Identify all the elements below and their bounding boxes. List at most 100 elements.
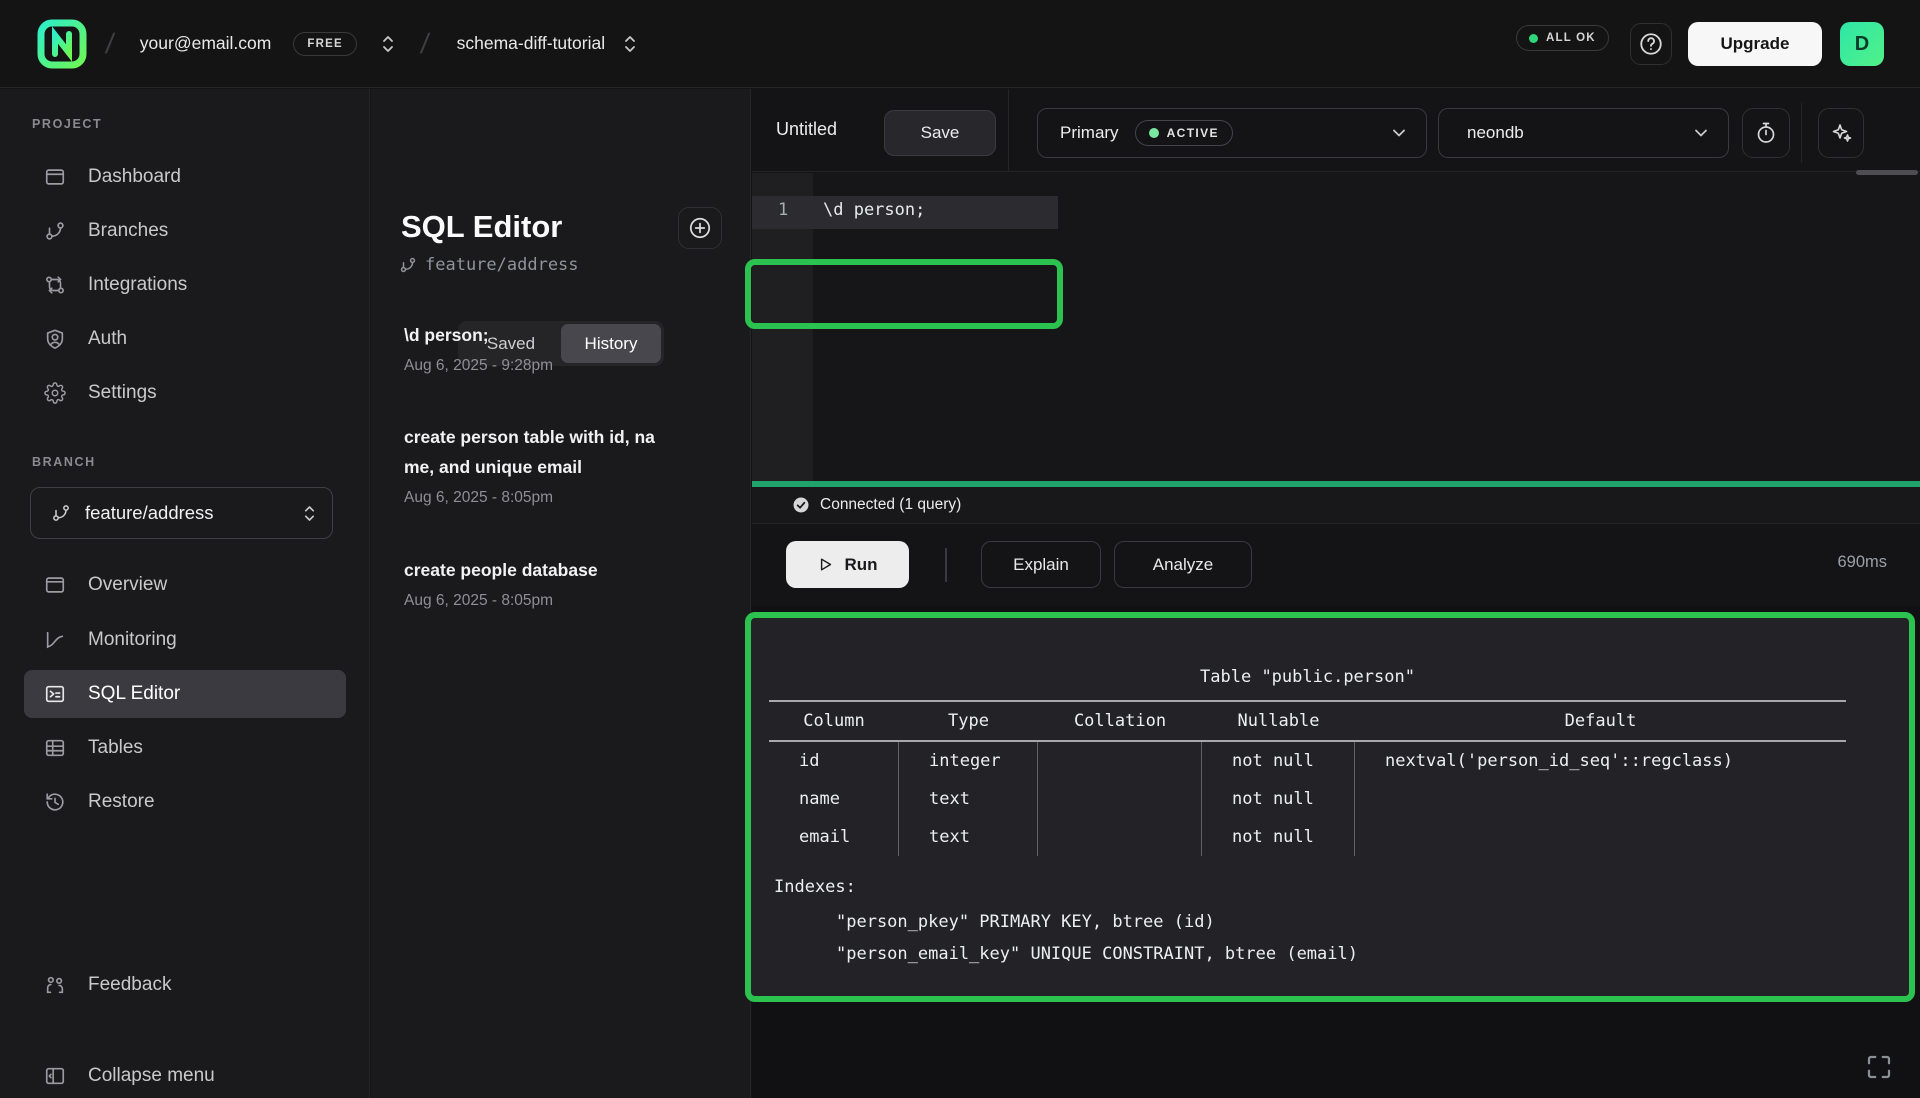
sidebar-item-label: Tables bbox=[88, 737, 143, 759]
overview-icon bbox=[44, 574, 66, 596]
sidebar-item-label: Dashboard bbox=[88, 166, 181, 188]
panel-branch-label: feature/address bbox=[425, 255, 579, 275]
code-line[interactable]: \d person; bbox=[823, 200, 925, 220]
editor-toolbar: Untitled Save Primary ACTIVE neondb bbox=[752, 89, 1920, 172]
sidebar-item-label: Collapse menu bbox=[88, 1065, 215, 1087]
restore-icon bbox=[44, 791, 66, 813]
sidebar-item-overview[interactable]: Overview bbox=[24, 561, 346, 609]
sidebar-item-label: Auth bbox=[88, 328, 127, 350]
chevron-down-icon bbox=[1390, 124, 1408, 142]
dashboard-icon bbox=[44, 166, 66, 188]
sidebar-item-feedback[interactable]: Feedback bbox=[24, 961, 346, 1009]
sparkles-icon bbox=[1829, 121, 1853, 145]
branch-selector-value: feature/address bbox=[85, 502, 214, 524]
sidebar-item-label: SQL Editor bbox=[88, 683, 180, 705]
feedback-icon bbox=[44, 974, 66, 996]
database-name: neondb bbox=[1467, 123, 1524, 143]
main-area: Untitled Save Primary ACTIVE neondb bbox=[752, 89, 1920, 1098]
question-mark-icon bbox=[1638, 31, 1664, 57]
annotation-box-result: Table "public.person" Column Type Collat… bbox=[745, 612, 1915, 1002]
sidebar-item-settings[interactable]: Settings bbox=[24, 369, 346, 417]
result-index-line: "person_email_key" UNIQUE CONSTRAINT, bt… bbox=[769, 938, 1846, 970]
code-editor[interactable]: 1 \d person; bbox=[752, 173, 1920, 481]
result-index-line: "person_pkey" PRIMARY KEY, btree (id) bbox=[769, 906, 1846, 938]
fullscreen-button[interactable] bbox=[1864, 1052, 1898, 1086]
compute-selector[interactable]: Primary ACTIVE bbox=[1037, 108, 1427, 158]
branch-section-label: BRANCH bbox=[32, 455, 96, 469]
line-number: 1 bbox=[778, 200, 788, 220]
result-table-title: Table "public.person" bbox=[769, 660, 1846, 694]
sidebar-item-sql-editor[interactable]: SQL Editor bbox=[24, 670, 346, 718]
collapse-menu-button[interactable]: Collapse menu bbox=[24, 1052, 346, 1098]
history-item[interactable]: create people database Aug 6, 2025 - 8:0… bbox=[404, 555, 666, 614]
integrations-icon bbox=[44, 274, 66, 296]
auth-icon bbox=[44, 328, 66, 350]
save-button[interactable]: Save bbox=[884, 110, 996, 156]
project-switcher-chevron-icon[interactable] bbox=[623, 34, 637, 54]
query-tab-title[interactable]: Untitled bbox=[776, 119, 837, 140]
history-query: create person table with id, name, and u… bbox=[404, 422, 666, 482]
sidebar-item-label: Overview bbox=[88, 574, 167, 596]
database-selector[interactable]: neondb bbox=[1438, 108, 1729, 158]
result-indexes-label: Indexes: bbox=[769, 868, 1846, 906]
sidebar-item-auth[interactable]: Auth bbox=[24, 315, 346, 363]
new-query-button[interactable] bbox=[678, 207, 722, 249]
project-name[interactable]: schema-diff-tutorial bbox=[457, 33, 606, 54]
sidebar-item-label: Integrations bbox=[88, 274, 187, 296]
sidebar: PROJECT Dashboard Branches Integrations … bbox=[0, 89, 370, 1098]
branch-icon bbox=[51, 503, 71, 523]
sidebar-item-label: Settings bbox=[88, 382, 157, 404]
branch-selector[interactable]: feature/address bbox=[30, 487, 333, 539]
sidebar-item-restore[interactable]: Restore bbox=[24, 778, 346, 826]
run-button[interactable]: Run bbox=[786, 541, 909, 588]
sidebar-item-label: Branches bbox=[88, 220, 168, 242]
result-row: name text not null bbox=[769, 780, 1846, 818]
result-header-row: Column Type Collation Nullable Default bbox=[769, 702, 1846, 740]
sidebar-item-label: Feedback bbox=[88, 974, 171, 996]
stopwatch-icon bbox=[1754, 121, 1778, 145]
status-badge[interactable]: ALL OK bbox=[1516, 25, 1609, 51]
top-bar: / your@email.com FREE / schema-diff-tuto… bbox=[0, 0, 1920, 88]
chevron-down-icon bbox=[1692, 124, 1710, 142]
account-email[interactable]: your@email.com bbox=[140, 33, 272, 54]
explain-button[interactable]: Explain bbox=[981, 541, 1101, 588]
query-duration: 690ms bbox=[1837, 553, 1887, 572]
sidebar-item-monitoring[interactable]: Monitoring bbox=[24, 616, 346, 664]
status-dot bbox=[1529, 34, 1538, 43]
history-item[interactable]: create person table with id, name, and u… bbox=[404, 422, 666, 511]
sidebar-item-tables[interactable]: Tables bbox=[24, 724, 346, 772]
history-query: create people database bbox=[404, 555, 666, 585]
sidebar-item-label: Monitoring bbox=[88, 629, 177, 651]
sidebar-item-branches[interactable]: Branches bbox=[24, 207, 346, 255]
sidebar-item-integrations[interactable]: Integrations bbox=[24, 261, 346, 309]
branches-icon bbox=[44, 220, 66, 242]
sidebar-item-dashboard[interactable]: Dashboard bbox=[24, 153, 346, 201]
results-area: Table "public.person" Column Type Collat… bbox=[752, 606, 1920, 1098]
plan-badge: FREE bbox=[293, 32, 356, 56]
breadcrumb-divider: / bbox=[104, 28, 116, 60]
app-window: / your@email.com FREE / schema-diff-tuto… bbox=[0, 0, 1920, 1098]
project-section-label: PROJECT bbox=[32, 117, 102, 131]
help-button[interactable] bbox=[1630, 23, 1672, 65]
check-circle-icon bbox=[792, 496, 810, 514]
run-toolbar: Run Explain Analyze 690ms bbox=[752, 524, 1920, 606]
neon-logo-icon[interactable] bbox=[36, 18, 88, 70]
analyze-button[interactable]: Analyze bbox=[1114, 541, 1252, 588]
upgrade-button[interactable]: Upgrade bbox=[1688, 22, 1822, 66]
account-switcher-chevron-icon[interactable] bbox=[381, 34, 395, 54]
sql-editor-panel: SQL Editor feature/address Saved History… bbox=[371, 89, 751, 1098]
editor-scrollbar[interactable] bbox=[1856, 170, 1918, 175]
result-row: id integer not null nextval('person_id_s… bbox=[769, 742, 1846, 780]
result-output: Table "public.person" Column Type Collat… bbox=[757, 624, 1903, 990]
history-query: \d person; bbox=[404, 320, 666, 350]
ai-assist-button[interactable] bbox=[1818, 108, 1864, 158]
plus-circle-icon bbox=[687, 215, 713, 241]
history-date: Aug 6, 2025 - 8:05pm bbox=[404, 485, 666, 511]
query-timing-button[interactable] bbox=[1742, 108, 1790, 158]
history-date: Aug 6, 2025 - 8:05pm bbox=[404, 588, 666, 614]
avatar[interactable]: D bbox=[1840, 22, 1884, 66]
monitoring-icon bbox=[44, 629, 66, 651]
compute-status-badge: ACTIVE bbox=[1135, 120, 1233, 146]
history-item[interactable]: \d person; Aug 6, 2025 - 9:28pm bbox=[404, 320, 666, 379]
toolbar-divider bbox=[1801, 103, 1802, 163]
